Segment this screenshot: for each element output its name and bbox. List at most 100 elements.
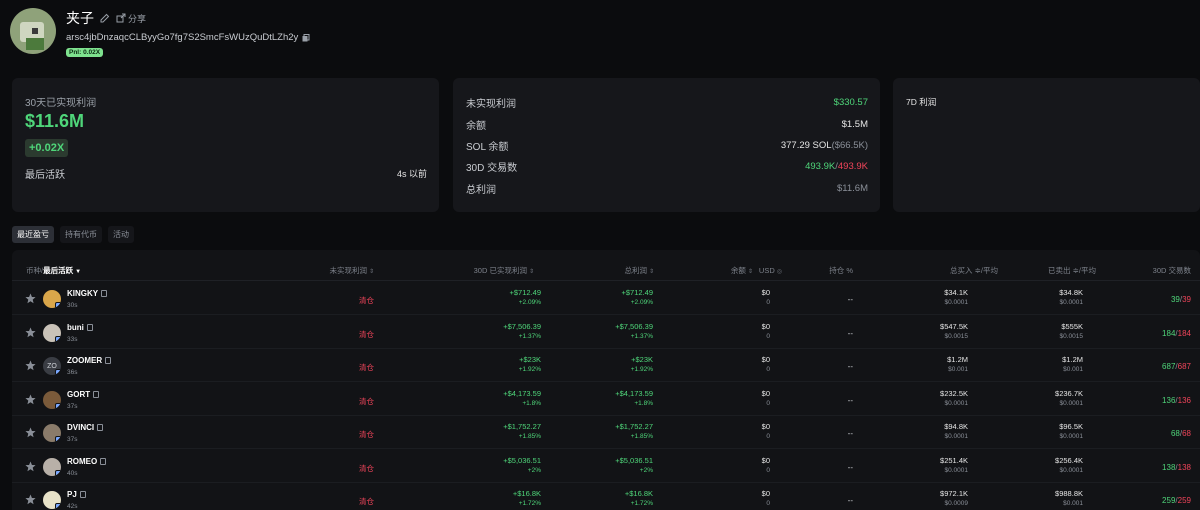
token-last-active: 37s [67, 402, 78, 410]
header-balance[interactable]: 余额 ⇕ USD ◎ [731, 265, 782, 276]
copy-icon[interactable] [86, 323, 93, 331]
bought-cell: $972.1K $0.0009 [940, 489, 968, 507]
header-sold[interactable]: 已卖出 ≑/平均 [1048, 265, 1096, 276]
token-name[interactable]: KINGKY [67, 289, 108, 298]
header-bought[interactable]: 总买入 ≑/平均 [950, 265, 998, 276]
token-name[interactable]: GORT [67, 390, 100, 399]
star-icon[interactable] [25, 394, 36, 405]
total-profit-cell: +$7,506.39 +1.37% [615, 322, 653, 340]
realized-value: +$23K [519, 355, 541, 364]
share-label: 分享 [128, 13, 147, 24]
bought-value: $94.8K [944, 422, 968, 431]
share-button[interactable]: 分享 [116, 12, 146, 25]
copy-icon[interactable] [100, 457, 107, 465]
copy-icon[interactable] [97, 424, 104, 431]
star-icon[interactable] [25, 360, 36, 371]
tab-holdings[interactable]: 持有代币 [60, 226, 102, 243]
copy-icon[interactable] [105, 357, 112, 364]
stat-label: 未实现利润 [466, 98, 516, 110]
sold-cell: $555K $0.0015 [1060, 322, 1084, 340]
table-row[interactable]: buni 33s 清仓 +$7,506.39 +1.37% +$7,506.39… [12, 316, 1200, 349]
tab-bar: 最近盈亏 持有代币 活动 [12, 226, 134, 243]
realized-cell: +$16.8K +1.72% [513, 489, 541, 507]
star-icon[interactable] [25, 461, 36, 472]
unrealized-status: 清仓 [359, 363, 374, 372]
token-name[interactable]: DVINCI [67, 423, 104, 432]
position-percent: -- [847, 395, 853, 405]
tx-count: 687/687 [1162, 362, 1191, 371]
total-profit-value: +$5,036.51 [615, 455, 653, 465]
realized-cell: +$712.49 +2.09% [510, 288, 542, 306]
stat-label: 30D 交易数 [466, 162, 518, 174]
sold-avg: $0.0001 [1059, 466, 1084, 474]
header-unrealized[interactable]: 未实现利润 ⇕ [329, 265, 374, 276]
balance-value: $0 [761, 489, 770, 498]
balance-amount: 0 [766, 299, 770, 306]
copy-icon[interactable] [101, 290, 108, 297]
star-icon[interactable] [25, 427, 36, 438]
stat-row-total-profit: 总利润 $11.6M [466, 181, 868, 196]
profit-multiple-badge: +0.02X [25, 139, 69, 157]
realized-profit-card: 30天已实现利润 $11.6M +0.02X 最后活跃 4s 以前 [12, 78, 439, 212]
copy-icon[interactable] [79, 491, 86, 498]
header-realized-30d[interactable]: 30D 已实现利润 ⇕ [474, 265, 534, 276]
balance-value: $0 [761, 355, 770, 364]
realized-value: +$5,036.51 [503, 455, 541, 465]
realized-cell: +$1,752.27 +1.85% [503, 422, 541, 440]
realized-value: +$16.8K [512, 489, 541, 498]
balance-amount: 0 [766, 366, 770, 373]
header-position[interactable]: 持仓 % [829, 265, 853, 276]
balance-cell: $0 0 [762, 355, 770, 373]
table-row[interactable]: KINGKY 30s 清仓 +$712.49 +2.09% +$712.49 +… [12, 282, 1200, 315]
token-name[interactable]: ROMEO [67, 457, 107, 466]
stat-row-sol-balance: SOL 余额 377.29 SOL($66.5K) [466, 138, 868, 153]
sold-cell: $236.7K $0.0001 [1055, 389, 1083, 407]
star-icon[interactable] [25, 327, 36, 338]
sold-value: $988.8K [1055, 489, 1083, 498]
table-row[interactable]: PJ 42s 清仓 +$16.8K +1.72% +$16.8K +1.72% … [12, 483, 1200, 510]
tx-count: 184/184 [1162, 328, 1191, 338]
edit-icon[interactable] [100, 13, 110, 23]
tab-activity[interactable]: 活动 [108, 226, 134, 243]
token-name[interactable]: buni [67, 323, 93, 332]
tx-count: 136/136 [1162, 395, 1191, 405]
bought-cell: $1.2M $0.001 [947, 355, 968, 373]
total-profit-cell: +$712.49 +2.09% [622, 288, 654, 306]
pnl-table: 币种/最后活跃 ▼ 未实现利润 ⇕ 30D 已实现利润 ⇕ 总利润 ⇕ 余额 ⇕ USD ◎ … [12, 250, 1200, 510]
sold-value: $256.4K [1055, 455, 1083, 465]
table-row[interactable]: ZO ZOOMER 36s 清仓 +$23K +1.92% +$23K +1.9… [12, 349, 1200, 382]
sold-avg: $0.0001 [1059, 433, 1084, 440]
star-icon[interactable] [25, 494, 36, 505]
balance-cell: $0 0 [762, 389, 770, 407]
copy-icon[interactable] [93, 390, 100, 398]
sold-cell: $34.8K $0.0001 [1059, 288, 1083, 306]
bought-avg: $0.001 [948, 366, 968, 373]
total-profit-percent: +2% [639, 466, 653, 474]
avatar[interactable] [10, 8, 56, 54]
token-avatar [43, 323, 61, 342]
realized-cell: +$4,173.59 +1.8% [503, 389, 541, 407]
balance-amount: 0 [766, 433, 770, 440]
table-row[interactable]: ROMEO 40s 清仓 +$5,036.51 +2% +$5,036.51 +… [12, 450, 1200, 483]
star-icon[interactable] [25, 293, 36, 304]
token-name[interactable]: PJ [67, 490, 86, 499]
token-avatar [43, 290, 61, 308]
total-profit-value: +$7,506.39 [615, 321, 653, 331]
header-total-profit[interactable]: 总利润 ⇕ [624, 265, 654, 276]
sold-avg: $0.001 [1063, 366, 1083, 373]
tab-recent-pnl[interactable]: 最近盈亏 [12, 226, 54, 243]
table-row[interactable]: DVINCI 37s 清仓 +$1,752.27 +1.85% +$1,752.… [12, 416, 1200, 449]
realized-percent: +1.37% [518, 332, 541, 340]
sold-cell: $256.4K $0.0001 [1055, 456, 1083, 474]
table-row[interactable]: GORT 37s 清仓 +$4,173.59 +1.8% +$4,173.59 … [12, 383, 1200, 416]
sol-balance-value: 377.29 SOL [780, 139, 832, 151]
bought-avg: $0.0001 [944, 399, 969, 407]
token-name[interactable]: ZOOMER [67, 356, 112, 365]
header-token[interactable]: 币种/最后活跃 ▼ [26, 265, 81, 276]
copy-icon[interactable] [302, 33, 310, 42]
profile-name: 夹子 [66, 10, 94, 26]
seven-day-label: 7D 利润 [906, 97, 937, 107]
realized-value: +$7,506.39 [503, 321, 541, 331]
header-tx-30d[interactable]: 30D 交易数 [1153, 265, 1191, 276]
unrealized-status: 清仓 [359, 497, 374, 506]
